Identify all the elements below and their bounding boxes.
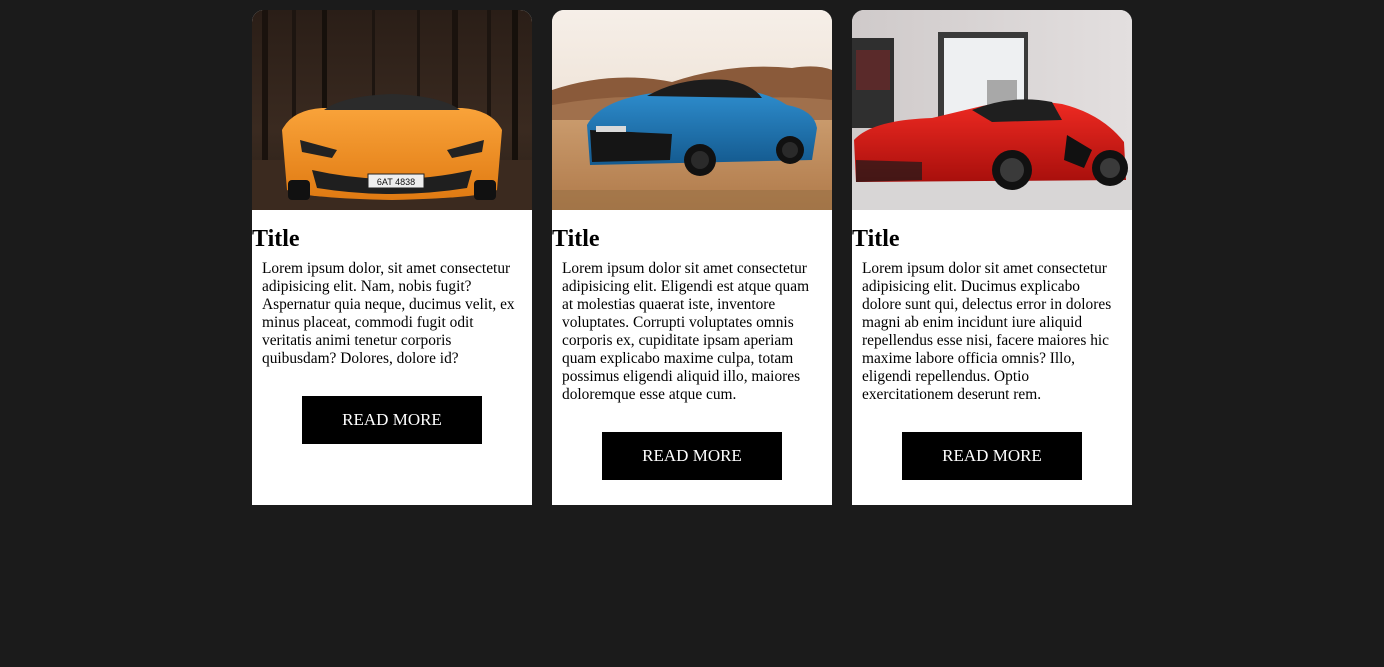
read-more-button[interactable]: READ MORE — [302, 396, 482, 444]
card-text: Lorem ipsum dolor sit amet consectetur a… — [862, 260, 1112, 403]
license-plate: 6AT 4838 — [377, 177, 415, 187]
read-more-button[interactable]: READ MORE — [902, 432, 1082, 480]
card-2: Title Lorem ipsum dolor sit amet consect… — [552, 10, 832, 505]
card-image-orange-car: 6AT 4838 — [252, 10, 532, 210]
card-title: Title — [852, 226, 900, 252]
card-text: Lorem ipsum dolor sit amet consectetur a… — [562, 260, 810, 403]
card-title: Title — [252, 226, 300, 252]
card-1: 6AT 4838 Title Lorem ipsum dolor, sit am… — [252, 10, 532, 505]
read-more-button[interactable]: READ MORE — [602, 432, 782, 480]
card-title: Title — [552, 226, 600, 252]
card-text: Lorem ipsum dolor, sit amet consectetur … — [262, 260, 515, 367]
card-image-blue-car — [552, 10, 832, 210]
card-grid: 6AT 4838 Title Lorem ipsum dolor, sit am… — [252, 10, 1132, 505]
card-3: Title Lorem ipsum dolor sit amet consect… — [852, 10, 1132, 505]
card-image-red-car — [852, 10, 1132, 210]
